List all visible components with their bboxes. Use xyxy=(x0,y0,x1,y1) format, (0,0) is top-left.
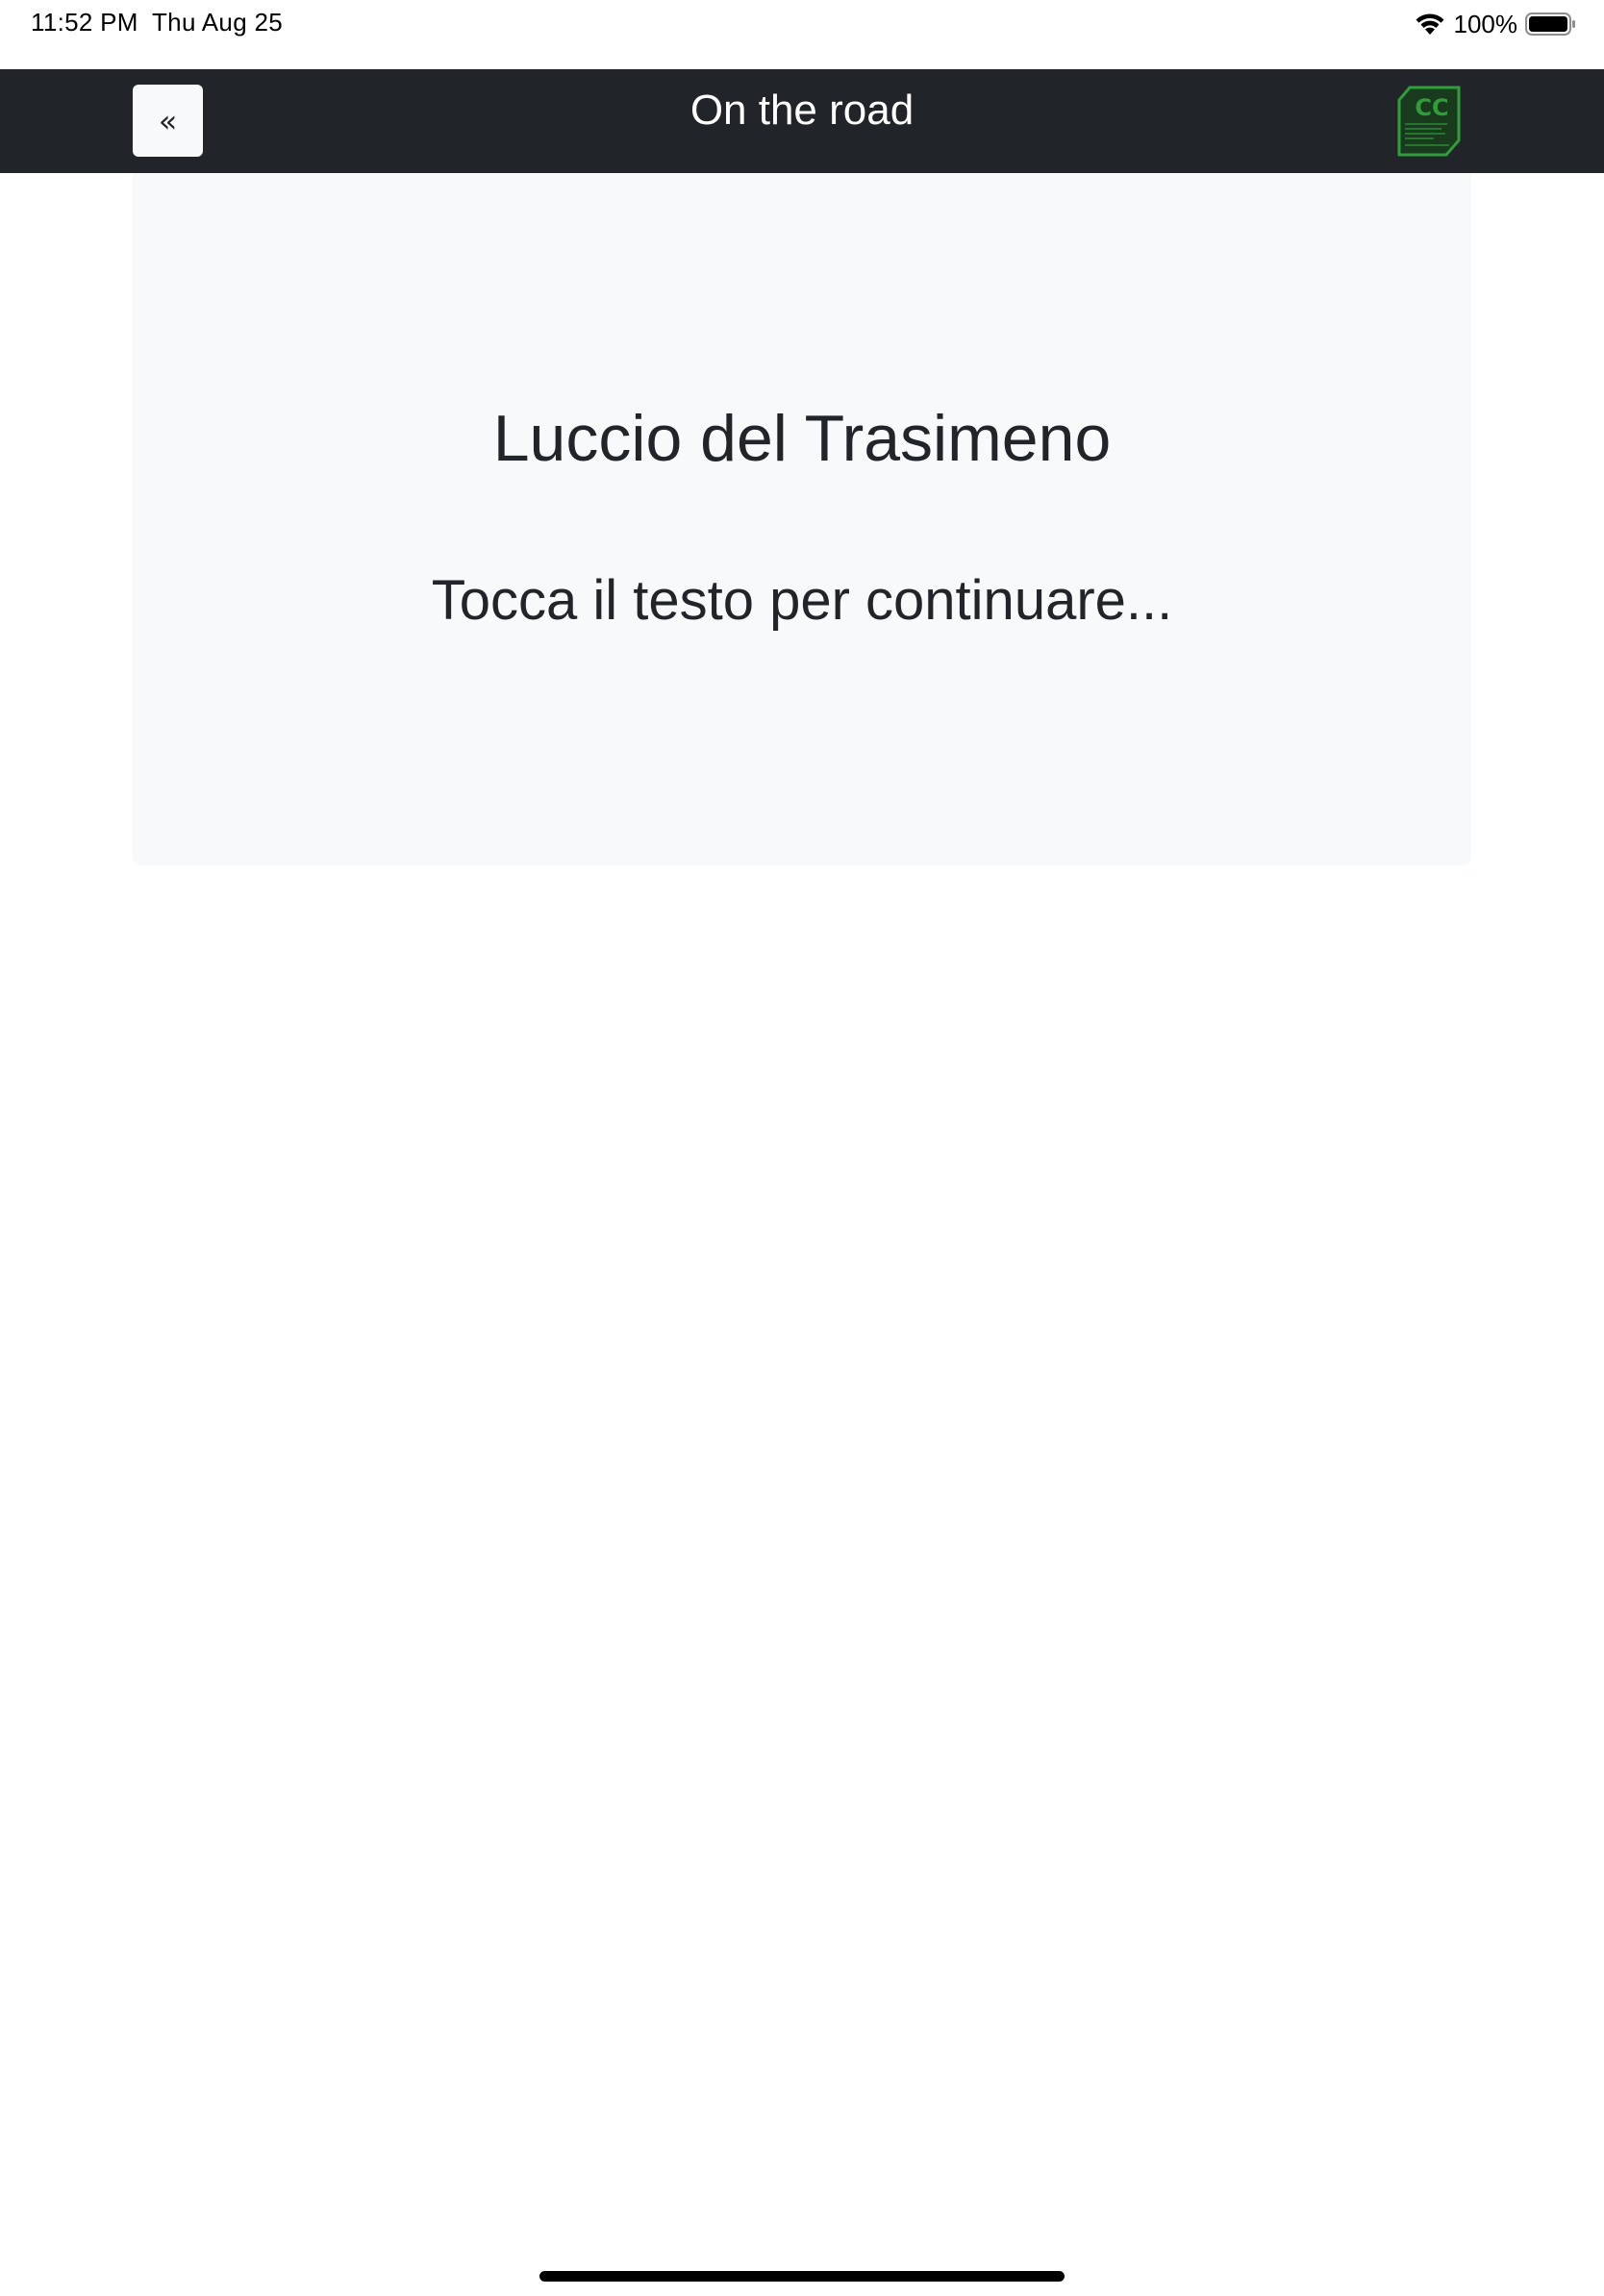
navbar: « On the road CC xyxy=(0,69,1604,173)
continue-prompt[interactable]: Tocca il testo per continuare... xyxy=(133,567,1471,635)
svg-text:CC: CC xyxy=(1415,94,1448,121)
status-time: 11:52 PM xyxy=(31,8,138,37)
status-date: Thu Aug 25 xyxy=(152,8,283,37)
page-title: On the road xyxy=(689,87,915,134)
battery-percentage: 100% xyxy=(1453,9,1518,38)
cc-logo-icon[interactable]: CC xyxy=(1396,85,1462,158)
battery-full-icon xyxy=(1525,12,1575,36)
status-indicators: 100% xyxy=(1414,8,1578,40)
card-title[interactable]: Luccio del Trasimeno xyxy=(133,400,1471,479)
story-card[interactable]: Luccio del Trasimeno Tocca il testo per … xyxy=(133,173,1471,865)
status-bar: 11:52 PM Thu Aug 25 100% xyxy=(0,0,1604,69)
wifi-icon xyxy=(1416,13,1443,35)
home-indicator[interactable] xyxy=(539,2271,1065,2282)
